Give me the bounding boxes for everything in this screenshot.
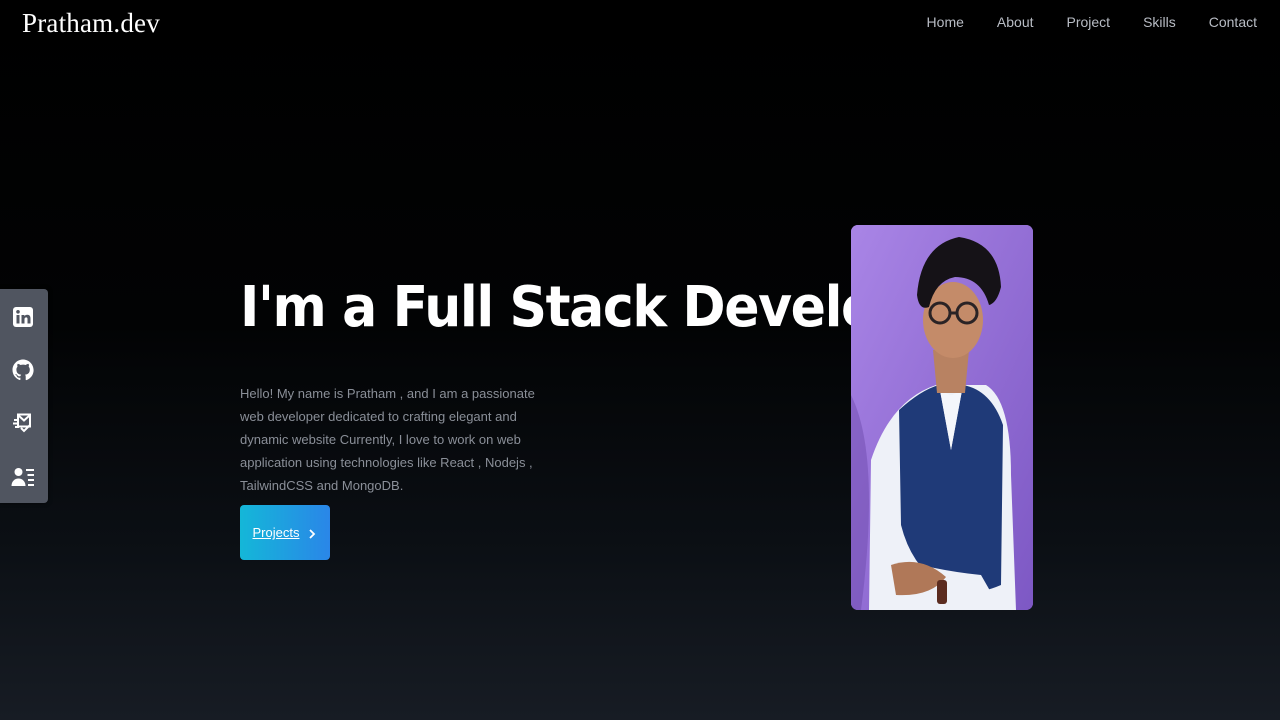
chevron-right-icon [307, 527, 317, 539]
nav-project[interactable]: Project [1067, 13, 1111, 31]
profile-photo [851, 225, 1033, 610]
hero-description: Hello! My name is Pratham , and I am a p… [240, 386, 535, 493]
main-nav: Home About Project Skills Contact [894, 13, 1257, 31]
mail-icon[interactable] [11, 411, 35, 435]
nav-skills[interactable]: Skills [1143, 13, 1176, 31]
nav-home[interactable]: Home [927, 13, 964, 31]
nav-contact[interactable]: Contact [1209, 13, 1257, 31]
nav-about[interactable]: About [997, 13, 1034, 31]
resume-icon[interactable] [11, 465, 35, 489]
brand-logo[interactable]: Pratham.dev [22, 8, 160, 39]
social-sidebar [0, 289, 48, 503]
github-icon[interactable] [11, 358, 35, 382]
projects-button-label: Projects [252, 525, 300, 540]
projects-button[interactable]: Projects [240, 505, 330, 560]
linkedin-icon[interactable] [11, 305, 35, 329]
